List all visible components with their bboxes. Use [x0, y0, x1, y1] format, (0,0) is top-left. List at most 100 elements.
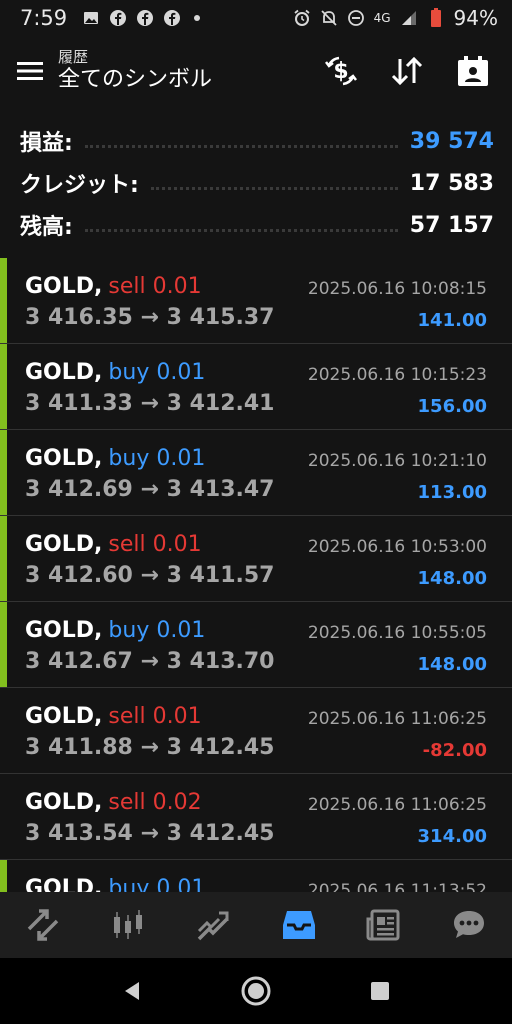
gallery-icon [82, 9, 100, 27]
deal-time: 2025.06.16 10:08:15 [307, 279, 487, 299]
deal-prices: 3 412.69 → 3 413.47 [25, 477, 275, 502]
deal-symbol: GOLD, [25, 790, 103, 815]
nav-chat[interactable] [441, 897, 497, 953]
deal-side: buy 0.01 [108, 446, 206, 471]
summary-panel: 損益: 39 574 クレジット: 17 583 残高: 57 157 [20, 120, 494, 246]
bottom-navigation [0, 892, 512, 958]
deal-profit: 141.00 [417, 310, 487, 331]
deal-symbol: GOLD, [25, 618, 103, 643]
deal-time: 2025.06.16 10:21:10 [307, 451, 487, 471]
sort-icon [391, 56, 423, 86]
deal-profit: 148.00 [417, 568, 487, 589]
summary-value: 57 157 [409, 212, 494, 238]
dotted-leader [84, 228, 398, 232]
deal-prices: 3 411.88 → 3 412.45 [25, 735, 275, 760]
deal-side: sell 0.01 [108, 274, 202, 299]
signal-icon [400, 9, 418, 27]
recents-button[interactable] [356, 967, 404, 1015]
deal-time: 2025.06.16 11:13:52 [307, 881, 487, 892]
deal-row[interactable]: GOLD, sell 0.02 3 413.54 → 3 412.45 2025.… [0, 774, 512, 860]
dotted-leader [84, 144, 398, 148]
deal-side: buy 0.01 [108, 618, 206, 643]
facebook-icon [136, 9, 154, 27]
deal-profit: 156.00 [417, 396, 487, 417]
deal-symbol: GOLD, [25, 532, 103, 557]
hamburger-icon [17, 62, 43, 80]
deal-time: 2025.06.16 11:06:25 [307, 795, 487, 815]
deal-row[interactable]: GOLD, sell 0.01 3 412.60 → 3 411.57 2025.… [0, 516, 512, 602]
deal-side: buy 0.01 [108, 876, 206, 892]
deal-row[interactable]: GOLD, buy 0.01 3 411.33 → 3 412.41 2025.0… [0, 344, 512, 430]
deal-side: sell 0.02 [108, 790, 202, 815]
deal-symbol: GOLD, [25, 360, 103, 385]
dot-icon [194, 15, 201, 21]
deal-side: buy 0.01 [108, 360, 206, 385]
deal-profit: 148.00 [417, 654, 487, 675]
news-icon [366, 909, 400, 941]
network-label: 4G [373, 11, 391, 25]
home-button[interactable] [232, 967, 280, 1015]
summary-value: 39 574 [409, 128, 494, 154]
deal-time: 2025.06.16 10:53:00 [307, 537, 487, 557]
deal-time: 2025.06.16 10:15:23 [307, 365, 487, 385]
deal-symbol: GOLD, [25, 876, 103, 892]
summary-value: 17 583 [409, 170, 494, 196]
deal-time: 2025.06.16 10:55:05 [307, 623, 487, 643]
dotted-leader [150, 186, 398, 190]
battery-percent: 94% [453, 6, 498, 30]
deal-time: 2025.06.16 11:06:25 [307, 709, 487, 729]
currency-button[interactable]: $ [316, 46, 366, 96]
summary-row-balance: 残高: 57 157 [20, 204, 494, 246]
deal-row[interactable]: GOLD, buy 0.01 3 412.67 → 3 413.70 2025.0… [0, 602, 512, 688]
alarm-icon [293, 9, 311, 27]
nav-news[interactable] [356, 897, 412, 953]
deal-row[interactable]: GOLD, buy 0.01 2025.06.16 11:13:52 [0, 860, 512, 892]
chat-icon [454, 911, 485, 938]
system-navigation [0, 958, 512, 1024]
summary-label: 損益: [20, 131, 73, 156]
home-icon [241, 976, 271, 1006]
back-button[interactable] [108, 967, 156, 1015]
page-title: 全てのシンボル [58, 67, 213, 92]
deal-list[interactable]: GOLD, sell 0.01 3 416.35 → 3 415.37 2025.… [0, 258, 512, 892]
facebook-icon [109, 9, 127, 27]
deal-prices: 3 412.67 → 3 413.70 [25, 649, 275, 674]
deal-row[interactable]: GOLD, buy 0.01 3 412.69 → 3 413.47 2025.0… [0, 430, 512, 516]
dnd-icon [347, 9, 365, 27]
summary-row-profit: 損益: 39 574 [20, 120, 494, 162]
nav-quotes[interactable] [15, 897, 71, 953]
summary-label: クレジット: [20, 173, 139, 198]
deal-profit: -82.00 [422, 740, 487, 761]
currency-icon: $ [325, 56, 357, 86]
app-header: 履歴 全てのシンボル $ [0, 36, 512, 106]
deal-row[interactable]: GOLD, sell 0.01 3 416.35 → 3 415.37 2025.… [0, 258, 512, 344]
nav-history[interactable] [271, 897, 327, 953]
deal-prices: 3 412.60 → 3 411.57 [25, 563, 275, 588]
history-icon [282, 911, 315, 939]
deal-side: sell 0.01 [108, 532, 202, 557]
menu-button[interactable] [2, 43, 58, 99]
summary-label: 残高: [20, 215, 73, 240]
trade-icon [198, 911, 229, 941]
deal-row[interactable]: GOLD, sell 0.01 3 411.88 → 3 412.45 2025.… [0, 688, 512, 774]
battery-icon [427, 8, 445, 27]
sort-button[interactable] [382, 46, 432, 96]
page-subtitle: 履歴 [58, 48, 89, 66]
deal-symbol: GOLD, [25, 446, 103, 471]
nav-chart[interactable] [100, 897, 156, 953]
mute-icon [320, 9, 338, 27]
facebook-icon [163, 9, 181, 27]
quotes-icon [27, 909, 58, 941]
summary-row-credit: クレジット: 17 583 [20, 162, 494, 204]
deal-prices: 3 413.54 → 3 412.45 [25, 821, 275, 846]
svg-text:$: $ [333, 59, 348, 84]
nav-trade[interactable] [185, 897, 241, 953]
back-icon [125, 982, 139, 1000]
clock: 7:59 [20, 6, 68, 30]
deal-profit: 314.00 [417, 826, 487, 847]
calendar-button[interactable] [448, 46, 498, 96]
deal-prices: 3 416.35 → 3 415.37 [25, 305, 275, 330]
deal-symbol: GOLD, [25, 704, 103, 729]
deal-symbol: GOLD, [25, 274, 103, 299]
chart-icon [113, 910, 142, 939]
